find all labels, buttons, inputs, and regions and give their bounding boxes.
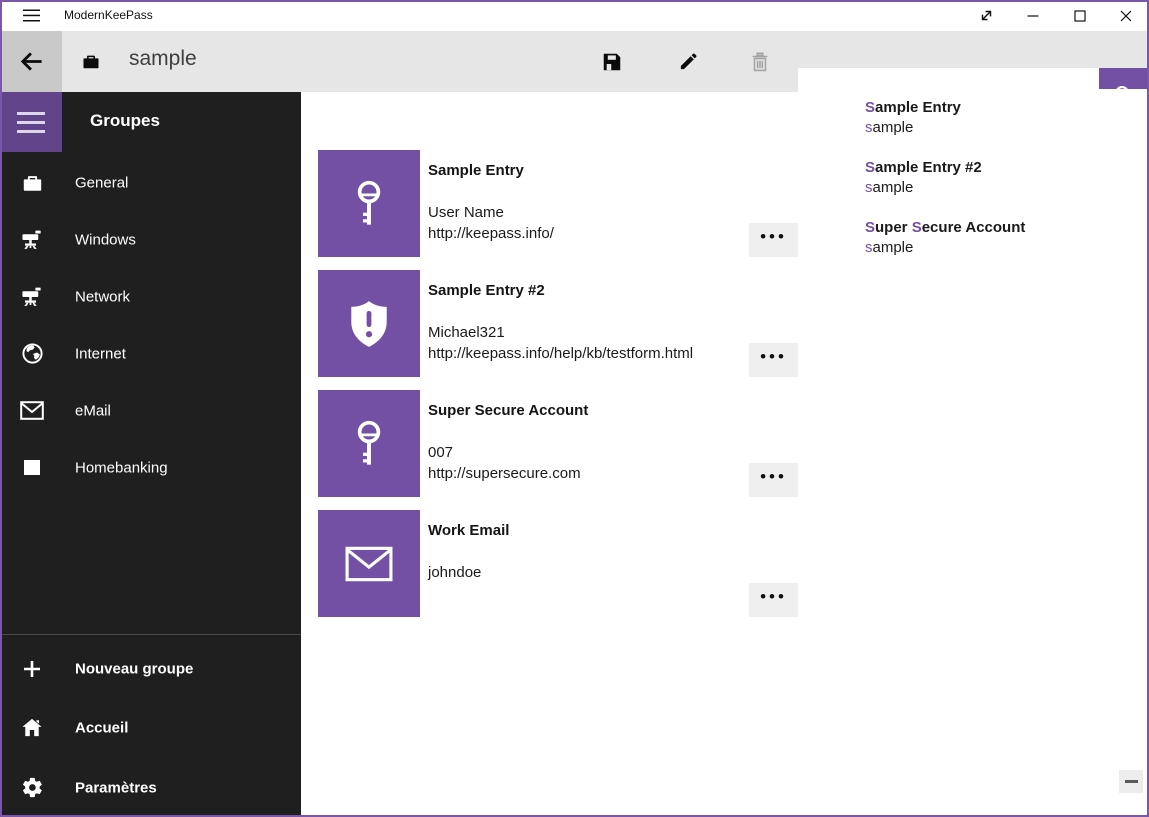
minimize-icon [1027,10,1039,22]
sidebar-item-label: Network [75,288,130,305]
sidebar-item-label: Internet [75,345,126,362]
maximize-button[interactable] [1057,0,1103,31]
sidebar-item-label: General [75,174,128,191]
envelope-icon [20,399,44,423]
search-result-super-secure-account[interactable]: Super Secure Account sample [865,218,1025,258]
back-arrow-icon [18,48,45,75]
entry-title: Super Secure Account [428,402,588,419]
entry-tile [318,270,420,377]
search-suggestions-dropdown: Sample Entry sample Sample Entry #2 samp… [798,89,1147,279]
entry-title: Sample Entry [428,162,524,179]
sidebar-item-internet[interactable]: Internet [0,325,301,382]
sidebar-item-windows[interactable]: Windows [0,211,301,268]
gear-icon [20,776,44,800]
sidebar-item-label: Windows [75,231,136,248]
entry-tile [318,150,420,257]
sidebar-item-homebanking[interactable]: Homebanking [0,439,301,496]
hamburger-icon [17,112,45,133]
sidebar-item-label: Homebanking [75,459,168,476]
entry-row-super-secure-account[interactable]: Super Secure Account 007 http://supersec… [301,390,841,502]
home-icon [20,716,44,740]
search-result-sample-entry-2[interactable]: Sample Entry #2 sample [865,158,982,198]
nav-toggle-button[interactable] [0,92,62,152]
search-result-subtitle: sample [865,118,961,138]
sidebar-item-email[interactable]: eMail [0,382,301,439]
globe-icon [20,342,44,366]
search-result-title: Sample Entry [865,98,961,118]
entry-url: http://supersecure.com [428,465,581,482]
entry-username: johndoe [428,564,481,581]
maximize-icon [1074,10,1086,22]
entry-tile [318,390,420,497]
minimize-button[interactable] [1010,0,1056,31]
entry-row-sample-entry[interactable]: Sample Entry User Name http://keepass.in… [301,150,841,262]
search-result-sample-entry[interactable]: Sample Entry sample [865,98,961,138]
entry-username: 007 [428,444,453,461]
sidebar-divider [0,634,301,635]
briefcase-icon [81,52,101,76]
hamburger-icon-glyph [23,9,40,22]
sidebar-item-label: eMail [75,402,111,419]
sidebar-item-label: Accueil [75,719,128,736]
hamburger-icon[interactable] [13,0,49,31]
network-icon [20,285,44,309]
search-result-title: Super Secure Account [865,218,1025,238]
sidebar-item-label: Nouveau groupe [75,660,193,677]
sidebar-item-label: Paramètres [75,779,157,796]
save-icon [601,51,623,73]
back-button[interactable] [0,31,62,92]
shield-warning-icon [346,299,392,349]
entry-url: http://keepass.info/help/kb/testform.htm… [428,345,693,362]
entry-username: Michael321 [428,324,505,341]
search-result-title: Sample Entry #2 [865,158,982,178]
entry-row-sample-entry-2[interactable]: Sample Entry #2 Michael321 http://keepas… [301,270,841,382]
plus-icon [20,657,44,681]
sidebar-item-general[interactable]: General [0,154,301,211]
search-result-subtitle: sample [865,178,982,198]
search-result-subtitle: sample [865,238,1025,258]
sidebar-item-home[interactable]: Accueil [0,699,301,756]
sidebar: Groupes General Win [0,92,301,815]
entry-more-button[interactable]: ••• [749,583,798,617]
entry-tile [318,510,420,617]
sidebar-header: Groupes [90,111,160,131]
key-icon [347,419,391,469]
sidebar-item-new-group[interactable]: Nouveau groupe [0,640,301,697]
entry-title: Work Email [428,522,509,539]
entry-title: Sample Entry #2 [428,282,545,299]
fullscreen-icon [978,7,995,24]
trash-icon [749,51,771,73]
window-title: ModernKeePass [64,0,153,31]
network-icon [20,228,44,252]
key-icon [347,179,391,229]
fullscreen-button[interactable] [963,0,1009,31]
entry-url: http://keepass.info/ [428,225,554,242]
close-icon [1120,10,1132,22]
titlebar: ModernKeePass [0,0,1149,31]
briefcase-icon [20,171,44,195]
close-button[interactable] [1103,0,1149,31]
entry-username: User Name [428,204,504,221]
minus-icon [1125,780,1138,783]
square-icon [20,456,44,480]
sidebar-item-network[interactable]: Network [0,268,301,325]
commandbar-see-more-button[interactable] [1119,770,1143,793]
entry-row-work-email[interactable]: Work Email johndoe ••• [301,510,841,622]
edit-button[interactable] [664,31,712,92]
delete-button[interactable] [736,31,784,92]
entry-more-button[interactable]: ••• [749,463,798,497]
app-window: ModernKeePass [0,0,1149,817]
app-command-bar: sample [0,31,1149,92]
entry-more-button[interactable]: ••• [749,343,798,377]
pencil-icon [677,51,699,73]
entry-more-button[interactable]: ••• [749,223,798,257]
save-button[interactable] [588,31,636,92]
sidebar-item-settings[interactable]: Paramètres [0,759,301,816]
database-title: sample [129,47,197,71]
envelope-icon [345,546,393,582]
